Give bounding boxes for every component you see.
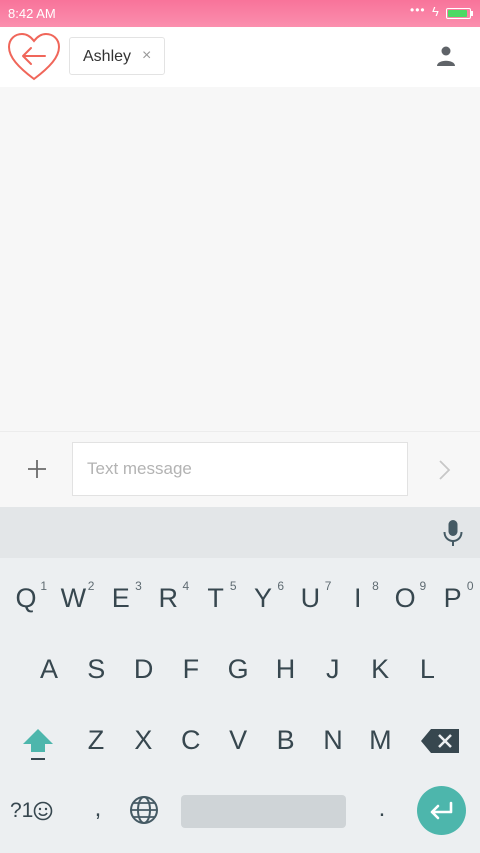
key-m[interactable]: M (357, 712, 403, 768)
key-number-hint: 8 (372, 579, 379, 593)
microphone-icon[interactable] (441, 519, 465, 547)
compose-bar (0, 431, 480, 507)
key-h[interactable]: H (263, 641, 309, 697)
globe-icon[interactable] (128, 794, 160, 826)
recipient-chip[interactable]: Ashley × (69, 37, 165, 75)
enter-icon (430, 801, 453, 820)
status-time: 8:42 AM (8, 6, 56, 21)
shift-arrow-icon[interactable] (16, 723, 60, 767)
key-p[interactable]: 0P (430, 570, 476, 626)
key-n[interactable]: N (310, 712, 356, 768)
symbols-key[interactable]: ?1 (10, 795, 66, 827)
key-e[interactable]: 3E (98, 570, 144, 626)
key-number-hint: 9 (419, 579, 427, 593)
key-w[interactable]: 2W (50, 570, 96, 626)
key-q[interactable]: 1Q (3, 570, 49, 626)
key-b[interactable]: B (263, 712, 309, 768)
key-number-hint: 7 (324, 579, 332, 593)
key-g[interactable]: G (215, 641, 261, 697)
space-key[interactable] (181, 795, 346, 828)
message-input[interactable] (72, 442, 408, 496)
plus-icon[interactable] (24, 456, 50, 482)
comma-key[interactable]: , (84, 795, 112, 835)
enter-key[interactable] (417, 786, 466, 835)
key-v[interactable]: V (215, 712, 261, 768)
period-key[interactable]: . (370, 795, 394, 835)
key-number-hint: 2 (87, 579, 95, 593)
key-s[interactable]: S (73, 641, 119, 697)
key-j[interactable]: J (310, 641, 356, 697)
keyboard: 1Q2W3E4R5T6Y7U8I9O0P ASDFGHJKL ZXCVBNM ?… (0, 558, 480, 853)
key-u[interactable]: 7U (287, 570, 333, 626)
remove-recipient-icon[interactable]: × (142, 47, 151, 65)
key-number-hint: 3 (135, 579, 142, 593)
smiley-icon (34, 802, 53, 821)
status-bar: 8:42 AM ••• ϟ (0, 0, 480, 27)
send-chevron-right-icon[interactable] (434, 458, 454, 482)
charging-icon: ϟ (432, 4, 439, 19)
key-i[interactable]: 8I (335, 570, 381, 626)
key-y[interactable]: 6Y (240, 570, 286, 626)
key-c[interactable]: C (168, 712, 214, 768)
battery-level (448, 10, 467, 17)
notification-dots-icon: ••• (410, 3, 426, 17)
heart-back-arrow-icon[interactable] (6, 31, 62, 83)
key-number-hint: 1 (40, 579, 47, 593)
key-f[interactable]: F (168, 641, 214, 697)
person-icon[interactable] (435, 45, 457, 67)
key-o[interactable]: 9O (382, 570, 428, 626)
key-number-hint: 4 (182, 579, 190, 593)
key-t[interactable]: 5T (193, 570, 239, 626)
key-z[interactable]: Z (73, 712, 119, 768)
key-d[interactable]: D (121, 641, 167, 697)
keyboard-toolbar (0, 507, 480, 558)
key-number-hint: 5 (229, 579, 237, 593)
battery-icon (446, 8, 471, 19)
key-l[interactable]: L (404, 641, 450, 697)
key-number-hint: 6 (277, 579, 284, 593)
conversation-header: Ashley × (0, 27, 480, 87)
key-k[interactable]: K (357, 641, 403, 697)
key-a[interactable]: A (26, 641, 72, 697)
symbols-label: ?1 (10, 799, 34, 822)
backspace-icon[interactable] (420, 726, 462, 756)
recipient-name: Ashley (83, 48, 132, 65)
key-x[interactable]: X (120, 712, 166, 768)
message-thread (0, 87, 480, 431)
key-number-hint: 0 (466, 579, 474, 593)
key-r[interactable]: 4R (145, 570, 191, 626)
battery-tip (471, 11, 473, 16)
